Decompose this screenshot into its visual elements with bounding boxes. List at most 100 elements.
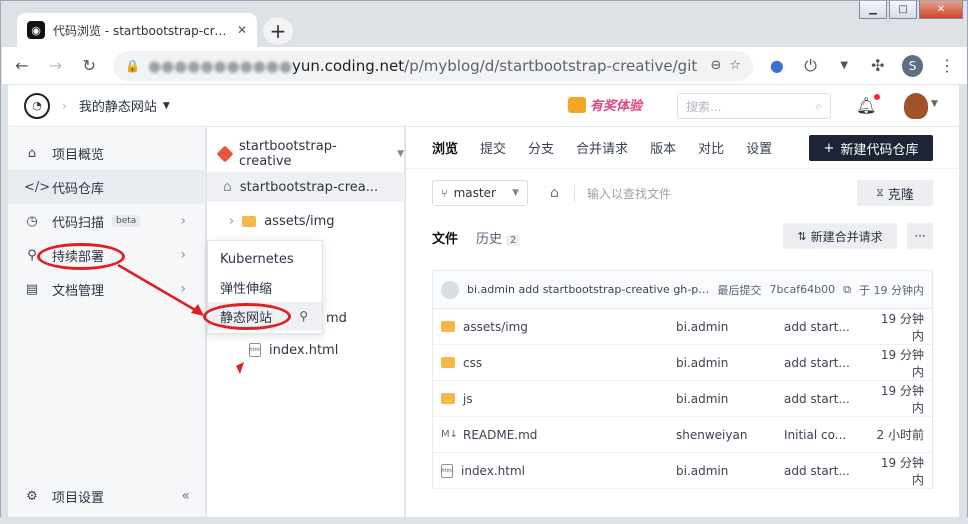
browser-tab[interactable]: ◉ 代码浏览 - startbootstrap-creative ✕ [17,13,257,47]
file-commit-message[interactable]: add start... [784,320,870,334]
tab-settings[interactable]: 设置 [746,138,772,157]
sidebar-item-label: 代码仓库 [52,181,105,197]
coding-logo-icon[interactable]: ◔ [24,92,50,119]
user-menu-caret-icon[interactable]: ▼ [931,99,938,109]
coding-favicon-icon: ◉ [27,21,45,39]
beta-badge: beta [112,215,141,227]
table-row[interactable]: html index.html bi.admin add start... 19 … [433,453,932,489]
pin-icon[interactable]: ⚲ [299,309,308,323]
browser-menu-icon[interactable]: ⋮ [937,56,957,76]
copy-icon[interactable]: ⧉ [843,283,851,297]
sidebar-item-label: 代码扫描 [52,215,105,231]
file-name[interactable]: css [463,356,482,370]
new-repo-button[interactable]: + 新建代码仓库 [809,135,933,161]
commit-message[interactable]: bi.admin add startbootstrap-creative gh-… [467,283,710,296]
promo-banner[interactable]: 有奖体验 [568,95,642,114]
notification-bell-icon[interactable]: 🔔︎ [856,96,876,115]
new-tab-button[interactable]: + [263,17,293,45]
file-name[interactable]: js [463,392,473,406]
breadcrumb-chevron-icon: › [62,98,67,113]
minimize-button[interactable]: ▁ [859,1,887,19]
tab-history[interactable]: 历史 2 [476,228,521,247]
tab-merge-requests[interactable]: 合并请求 [576,138,628,157]
tree-item[interactable]: › assets/img [207,206,405,236]
table-row[interactable]: M↓ README.md shenweiyan Initial co... 2 小… [433,417,932,453]
tree-root[interactable]: ⌂ startbootstrap-crea... [207,172,405,202]
scan-icon: ◷ [26,213,38,229]
back-icon[interactable]: ← [12,56,32,76]
file-commit-message[interactable]: Initial co... [784,428,870,442]
code-icon: </> [24,179,51,195]
file-name[interactable]: index.html [461,464,525,478]
url-text[interactable]: ●●●●●●●●●●●yun.coding.net/p/myblog/d/sta… [148,57,702,75]
commit-hash[interactable]: 7bcaf64b00 [770,283,836,296]
branch-selector[interactable]: ⑂ master ▼ [432,180,528,206]
file-sub-tabs: 文件 历史 2 [432,228,521,247]
file-commit-message[interactable]: add start... [784,356,870,370]
puzzle-extensions-icon[interactable]: ✣ [868,56,888,76]
sidebar-item-settings[interactable]: ⚙ 项目设置 « [8,479,206,513]
chevron-right-icon: › [180,281,186,297]
house-icon: ⌂ [223,179,232,195]
tree-item[interactable]: html index.html [207,335,405,365]
globe-extension-icon[interactable]: ● [767,56,787,76]
committer-avatar [441,280,459,299]
project-caret-icon[interactable]: ▼ [163,101,170,111]
extension-menu-caret-icon[interactable]: ▼ [834,56,854,76]
user-avatar[interactable] [904,93,928,119]
folder-icon [441,321,455,332]
promo-text: 有奖体验 [590,99,643,114]
close-window-button[interactable]: ✕ [919,1,963,19]
sidebar-item-code-scan[interactable]: ◷ 代码扫描 beta › [8,204,206,238]
menu-item-autoscaling[interactable]: 弹性伸缩 [208,273,322,301]
tab-commits[interactable]: 提交 [480,138,506,157]
doc-icon: ▤ [25,281,39,297]
tree-item-label: assets/img [264,213,335,229]
file-author: bi.admin [676,463,729,478]
find-file-input[interactable]: 输入以查找文件 [574,185,671,202]
file-name[interactable]: README.md [463,428,537,442]
tab-branches[interactable]: 分支 [528,138,554,157]
window-controls: ▁ □ ✕ [859,1,963,19]
tab-close-icon[interactable]: ✕ [237,23,247,37]
table-row[interactable]: assets/img bi.admin add start... 19 分钟内 [433,309,932,345]
project-selector[interactable]: 我的静态网站 [79,96,157,115]
clone-button[interactable]: ⧖ 克隆 [857,180,933,206]
reload-icon[interactable]: ↻ [79,56,99,76]
tab-releases[interactable]: 版本 [650,138,676,157]
more-options-button[interactable]: ··· [907,223,933,249]
repo-home-icon[interactable]: ⌂ [550,185,559,201]
bookmark-star-icon[interactable]: ☆ [729,58,741,73]
tab-compare[interactable]: 对比 [698,138,724,157]
latest-commit-bar: bi.admin add startbootstrap-creative gh-… [432,270,933,308]
new-merge-request-button[interactable]: ⇅ 新建合并请求 [783,223,897,249]
tab-browse[interactable]: 浏览 [432,138,458,157]
gear-icon: ⚙ [26,488,38,504]
power-extension-icon[interactable]: ⏻ [801,56,821,76]
sidebar-item-code-repo[interactable]: </> 代码仓库 [8,170,206,204]
new-mr-label: 新建合并请求 [810,229,883,244]
search-icon: ⌕ [815,98,822,113]
zoom-icon[interactable]: ⊖ [710,58,721,73]
file-name[interactable]: assets/img [463,320,528,334]
menu-item-kubernetes[interactable]: Kubernetes [208,245,322,273]
sidebar-item-overview[interactable]: ⌂ 项目概览 [8,136,206,170]
file-commit-message[interactable]: add start... [784,464,870,478]
git-icon [216,145,234,163]
tab-files[interactable]: 文件 [432,228,458,247]
maximize-button[interactable]: □ [889,1,917,19]
table-row[interactable]: css bi.admin add start... 19 分钟内 [433,345,932,381]
profile-avatar[interactable]: S [901,54,924,77]
url-host-hidden: ●●●●●●●●●●● [147,56,292,75]
forward-icon[interactable]: → [46,56,66,76]
folder-icon [242,215,257,227]
clone-label: 克隆 [887,187,914,203]
global-search-input[interactable]: 搜索... ⌕ [677,93,831,119]
browser-toolbar: ← → ↻ 🔒 ●●●●●●●●●●●yun.coding.net/p/mybl… [2,47,967,85]
table-row[interactable]: js bi.admin add start... 19 分钟内 [433,381,932,417]
repo-selector[interactable]: startbootstrap-creative ▼ [216,139,404,169]
collapse-sidebar-icon[interactable]: « [181,488,190,504]
file-commit-message[interactable]: add start... [784,392,870,406]
sidebar-item-docs[interactable]: ▤ 文档管理 › [8,272,206,306]
address-bar[interactable]: 🔒 ●●●●●●●●●●●yun.coding.net/p/myblog/d/s… [113,50,754,81]
